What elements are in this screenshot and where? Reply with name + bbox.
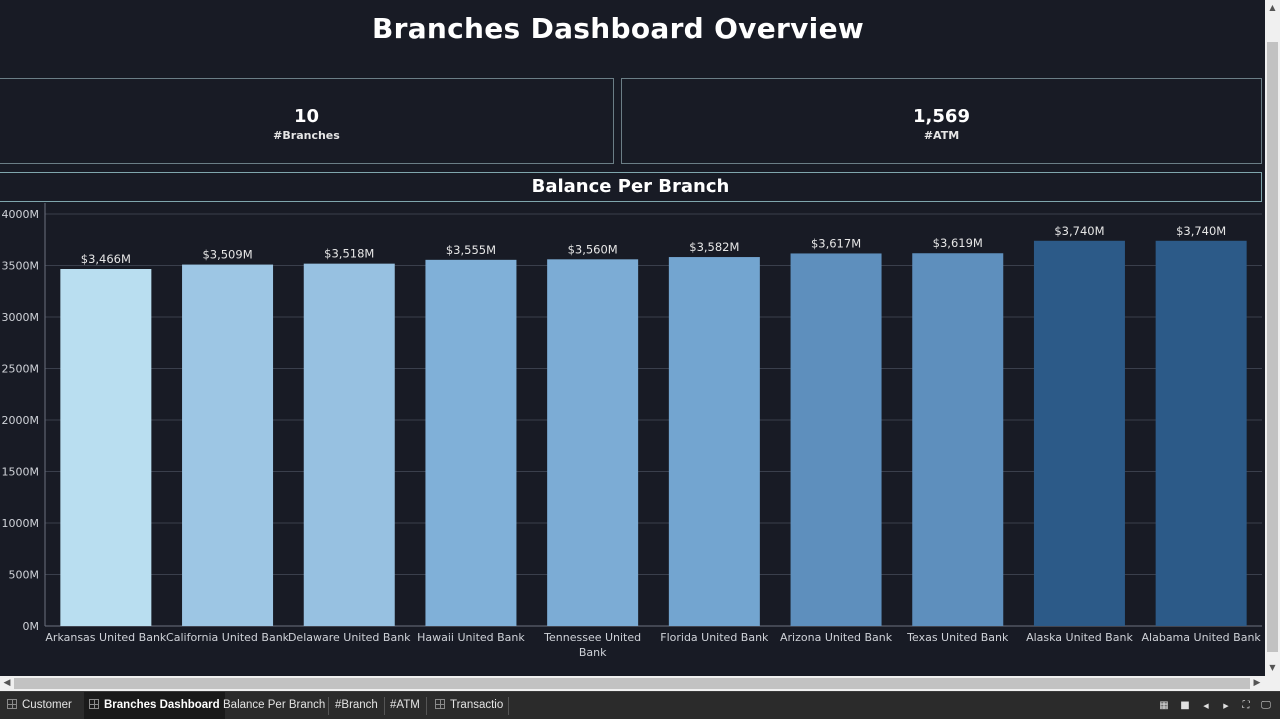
bar[interactable] [790, 253, 882, 626]
fullscreen-icon[interactable]: ⛶ [1240, 700, 1252, 712]
tab-branches-dashboard[interactable]: Branches Dashboard [84, 692, 225, 719]
x-tick-label: Florida United Bank [660, 631, 769, 644]
tab-separator [328, 697, 329, 715]
bar-data-label: $3,560M [568, 242, 618, 256]
y-tick-label: 2500M [2, 363, 40, 376]
bar[interactable] [182, 264, 274, 626]
x-tick-label: Hawaii United Bank [417, 631, 525, 644]
bar[interactable] [425, 259, 517, 626]
page-title: Branches Dashboard Overview [371, 12, 865, 45]
y-tick-label: 3500M [2, 260, 40, 273]
y-tick-label: 2000M [2, 414, 40, 427]
y-tick-label: 500M [9, 569, 40, 582]
tab-customer[interactable]: Customer [2, 692, 77, 719]
tab-balance-per-branch[interactable]: Balance Per Branch [218, 692, 330, 719]
bar[interactable] [303, 263, 395, 626]
scroll-down-icon[interactable]: ▼ [1265, 660, 1280, 675]
tab-separator [426, 697, 427, 715]
bar-data-label: $3,518M [324, 247, 374, 261]
grid-view-icon[interactable]: ▦ [1158, 700, 1170, 712]
tab-label: #ATM [390, 699, 420, 711]
bar-data-label: $3,555M [446, 243, 496, 257]
y-tick-label: 1500M [2, 466, 40, 479]
tab-transactions[interactable]: Transactio [430, 692, 508, 719]
horizontal-scroll-thumb[interactable] [14, 678, 1250, 689]
kpi-atm-value: 1,569 [913, 106, 970, 127]
x-tick-label: Arizona United Bank [780, 631, 893, 644]
bar-data-label: $3,617M [811, 236, 861, 250]
kpi-branches-card[interactable]: 10 #Branches [0, 78, 614, 164]
horizontal-scrollbar[interactable]: ◀ ▶ [0, 676, 1265, 691]
y-tick-label: 1000M [2, 517, 40, 530]
scroll-right-icon[interactable]: ▶ [1250, 676, 1264, 691]
bar-data-label: $3,740M [1054, 224, 1104, 238]
tab-branch[interactable]: #Branch [330, 692, 383, 719]
x-tick-label: Alabama United Bank [1142, 631, 1262, 644]
bar[interactable] [668, 257, 760, 626]
x-tick-label: Arkansas United Bank [45, 631, 167, 644]
tab-label: Balance Per Branch [223, 699, 326, 711]
x-tick-label: Alaska United Bank [1026, 631, 1133, 644]
x-tick-label: Bank [579, 646, 607, 659]
y-tick-label: 0M [23, 620, 40, 633]
bar-data-label: $3,740M [1176, 224, 1226, 238]
tab-label: Branches Dashboard [104, 699, 220, 711]
balance-per-branch-chart[interactable]: 0M 500M 1000M 1500M 2000M 2500M 3000M 3500M 4000… [0, 203, 1262, 673]
bar-data-label: $3,509M [202, 248, 252, 262]
x-tick-label: Delaware United Bank [288, 631, 411, 644]
bar[interactable] [1033, 240, 1125, 626]
y-tick-label: 3000M [2, 311, 40, 324]
x-tick-label: Texas United Bank [906, 631, 1009, 644]
bar[interactable] [60, 269, 152, 626]
presentation-mode-icon[interactable]: 🖵 [1260, 700, 1272, 712]
prev-sheet-icon[interactable]: ◀ [1200, 700, 1212, 712]
bar-data-label: $3,582M [689, 240, 739, 254]
bar-data-label: $3,619M [933, 236, 983, 250]
vertical-scroll-thumb[interactable] [1267, 42, 1278, 652]
tab-atm[interactable]: #ATM [385, 692, 425, 719]
bar[interactable] [1155, 240, 1247, 626]
scroll-left-icon[interactable]: ◀ [0, 676, 14, 691]
scroll-up-icon[interactable]: ▲ [1265, 0, 1280, 15]
bar[interactable] [547, 259, 639, 626]
dashboard-grid-icon [7, 699, 17, 709]
kpi-branches-value: 10 [293, 106, 320, 127]
next-sheet-icon[interactable]: ▶ [1220, 700, 1232, 712]
tab-separator [508, 697, 509, 715]
kpi-atm-label: #ATM [923, 129, 960, 142]
x-tick-label: California United Bank [166, 631, 290, 644]
tab-label: Transactio [450, 699, 504, 711]
dashboard-grid-icon [89, 699, 99, 709]
kpi-branches-label: #Branches [273, 129, 340, 142]
tab-label: Customer [22, 699, 72, 711]
sheet-tab-bar: Customer Branches Dashboard Balance Per … [0, 691, 1280, 719]
chart-title-box: Balance Per Branch [0, 172, 1262, 202]
vertical-scrollbar[interactable]: ▲ ▼ [1265, 0, 1280, 676]
x-tick-label: Tennessee United [543, 631, 641, 644]
tab-label: #Branch [335, 699, 378, 711]
bar-data-label: $3,466M [81, 252, 131, 266]
kpi-atm-card[interactable]: 1,569 #ATM [621, 78, 1262, 164]
scrollbar-corner [1265, 676, 1280, 691]
single-view-icon[interactable]: ■ [1179, 700, 1191, 712]
y-tick-label: 4000M [2, 208, 40, 221]
dashboard: Branches Dashboard Overview 10 #Branches… [0, 0, 1265, 676]
dashboard-grid-icon [435, 699, 445, 709]
bar[interactable] [912, 253, 1004, 627]
chart-title: Balance Per Branch [531, 176, 730, 197]
